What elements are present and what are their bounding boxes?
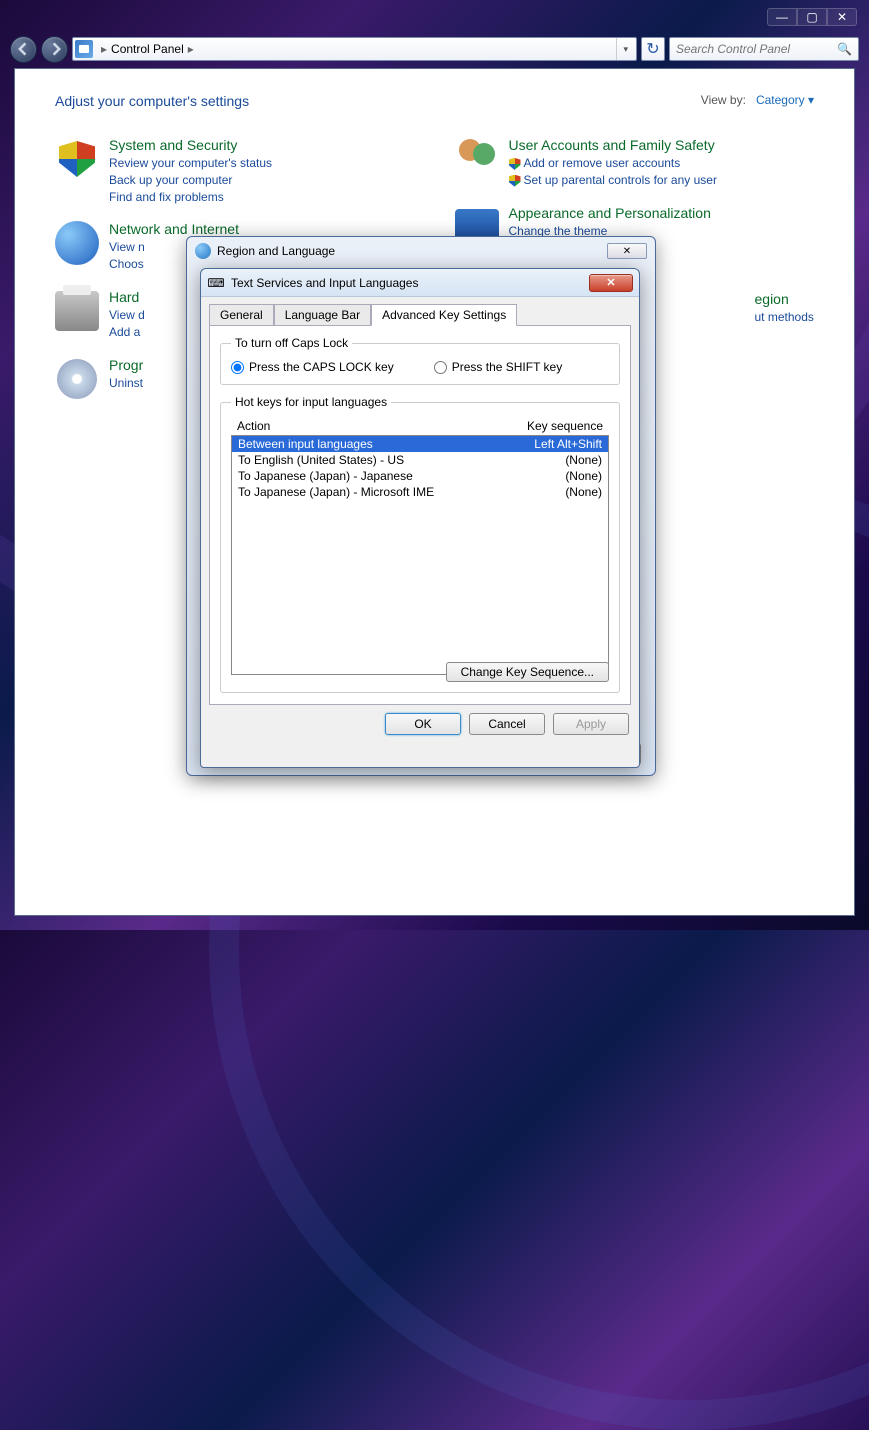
category-link[interactable]: ut methods: [755, 309, 814, 326]
radio-capslock[interactable]: Press the CAPS LOCK key: [231, 360, 394, 374]
cancel-button[interactable]: Cancel: [469, 713, 545, 735]
category-link[interactable]: View d: [109, 307, 145, 324]
apply-button: Apply: [553, 713, 629, 735]
search-input[interactable]: [676, 42, 837, 56]
view-by: View by: Category ▾: [701, 93, 814, 107]
category-link[interactable]: Set up parental controls for any user: [509, 172, 717, 189]
list-row[interactable]: To Japanese (Japan) - Microsoft IME (Non…: [232, 484, 608, 500]
dialog-title: Region and Language: [217, 244, 335, 258]
change-key-sequence-button[interactable]: Change Key Sequence...: [446, 662, 609, 682]
view-by-dropdown[interactable]: Category ▾: [756, 93, 814, 107]
shield-icon: [55, 137, 99, 181]
hotkeys-group: Hot keys for input languages Action Key …: [220, 395, 620, 693]
row-action: Between input languages: [238, 437, 373, 451]
radio-capslock-input[interactable]: [231, 361, 244, 374]
breadcrumb-separator: ▸: [97, 42, 111, 56]
tab-panel: To turn off Caps Lock Press the CAPS LOC…: [209, 325, 631, 705]
globe-icon: [195, 243, 211, 259]
category-link[interactable]: Add or remove user accounts: [509, 155, 717, 172]
row-action: To English (United States) - US: [238, 453, 404, 467]
category-user-accounts[interactable]: User Accounts and Family Safety Add or r…: [455, 137, 815, 189]
maximize-button[interactable]: ▢: [797, 8, 827, 26]
keyboard-icon: ⌨: [207, 274, 225, 292]
search-icon: 🔍: [837, 42, 852, 56]
row-keyseq: (None): [565, 485, 602, 499]
printer-icon: [55, 291, 99, 331]
category-title[interactable]: Appearance and Personalization: [509, 205, 711, 221]
forward-button[interactable]: [41, 36, 68, 63]
capslock-group: To turn off Caps Lock Press the CAPS LOC…: [220, 336, 620, 385]
category-link[interactable]: Add a: [109, 324, 145, 341]
row-action: To Japanese (Japan) - Japanese: [238, 469, 413, 483]
tab-advanced-key-settings[interactable]: Advanced Key Settings: [371, 304, 517, 326]
category-title[interactable]: System and Security: [109, 137, 272, 153]
back-button[interactable]: [10, 36, 37, 63]
radio-shift[interactable]: Press the SHIFT key: [434, 360, 562, 374]
list-row[interactable]: To Japanese (Japan) - Japanese (None): [232, 468, 608, 484]
category-title[interactable]: Hard: [109, 289, 145, 305]
tab-general[interactable]: General: [209, 304, 274, 326]
category-region[interactable]: egion ut methods: [755, 291, 815, 326]
list-row[interactable]: Between input languages Left Alt+Shift: [232, 436, 608, 452]
breadcrumb-root[interactable]: Control Panel: [111, 42, 184, 56]
dialog-close-button[interactable]: ✕: [607, 243, 647, 259]
category-title[interactable]: Network and Internet: [109, 221, 239, 237]
globe-icon: [55, 221, 99, 265]
category-system-security[interactable]: System and Security Review your computer…: [55, 137, 415, 205]
ok-button[interactable]: OK: [385, 713, 461, 735]
dialog-close-button[interactable]: ✕: [589, 274, 633, 292]
address-dropdown[interactable]: ▾: [616, 38, 634, 60]
row-keyseq: (None): [565, 453, 602, 467]
tab-language-bar[interactable]: Language Bar: [274, 304, 371, 326]
hotkey-list[interactable]: Between input languages Left Alt+Shift T…: [231, 435, 609, 675]
category-title[interactable]: User Accounts and Family Safety: [509, 137, 717, 153]
category-link[interactable]: Find and fix problems: [109, 189, 272, 206]
category-link[interactable]: Uninst: [109, 375, 143, 392]
uac-shield-icon: [509, 158, 521, 170]
tab-strip: General Language Bar Advanced Key Settin…: [201, 297, 639, 325]
disc-icon: [57, 359, 97, 399]
dialog-text-services: ⌨ Text Services and Input Languages ✕ Ge…: [200, 268, 640, 768]
hotkeys-legend: Hot keys for input languages: [231, 395, 391, 409]
radio-shift-input[interactable]: [434, 361, 447, 374]
category-link[interactable]: Back up your computer: [109, 172, 272, 189]
breadcrumb-separator[interactable]: ▸: [184, 42, 198, 56]
minimize-button[interactable]: —: [767, 8, 797, 26]
window-close-button[interactable]: ✕: [827, 8, 857, 26]
column-action: Action: [237, 419, 270, 433]
category-title[interactable]: egion: [755, 291, 814, 307]
capslock-legend: To turn off Caps Lock: [231, 336, 352, 350]
dialog-title: Text Services and Input Languages: [231, 276, 418, 290]
column-keyseq: Key sequence: [527, 419, 603, 433]
category-title[interactable]: Progr: [109, 357, 143, 373]
row-action: To Japanese (Japan) - Microsoft IME: [238, 485, 434, 499]
users-icon: [455, 137, 499, 181]
navigation-bar: ▸ Control Panel ▸ ▾ ↻ 🔍: [10, 34, 859, 64]
row-keyseq: (None): [565, 469, 602, 483]
control-panel-icon: [75, 40, 93, 58]
uac-shield-icon: [509, 175, 521, 187]
row-keyseq: Left Alt+Shift: [534, 437, 602, 451]
list-row[interactable]: To English (United States) - US (None): [232, 452, 608, 468]
category-link[interactable]: Review your computer's status: [109, 155, 272, 172]
search-box[interactable]: 🔍: [669, 37, 859, 61]
address-bar[interactable]: ▸ Control Panel ▸ ▾: [72, 37, 637, 61]
refresh-button[interactable]: ↻: [641, 37, 665, 61]
